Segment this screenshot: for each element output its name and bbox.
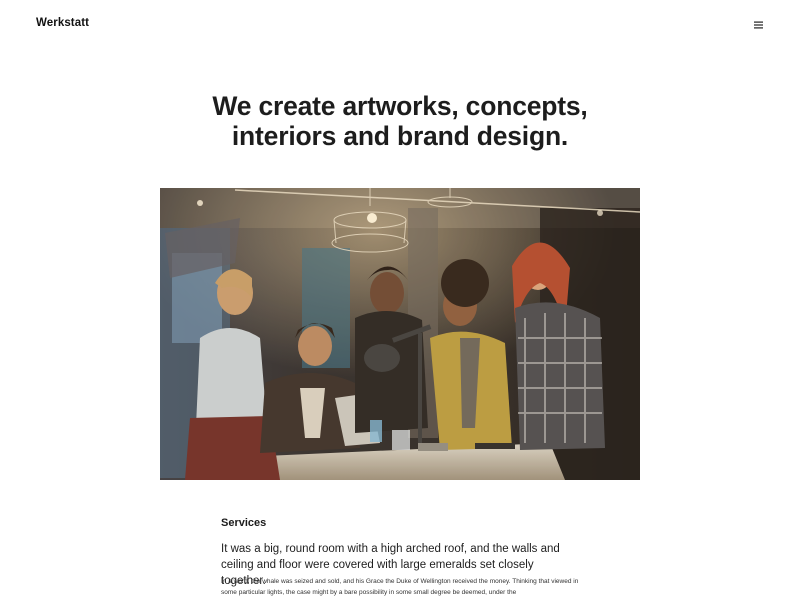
hamburger-menu-icon[interactable] xyxy=(752,18,766,32)
site-logo[interactable]: Werkstatt xyxy=(36,17,89,29)
page-title-line-1: We create artworks, concepts, xyxy=(212,91,588,121)
services-body-text: In a word, the whale was seized and sold… xyxy=(221,578,579,596)
services-heading: Services xyxy=(221,517,267,529)
page-title-line-2: interiors and brand design. xyxy=(231,121,569,151)
page-title: We create artworks, concepts, interiors … xyxy=(150,91,650,151)
hero-image xyxy=(160,188,640,480)
site-header: Werkstatt xyxy=(0,0,800,50)
